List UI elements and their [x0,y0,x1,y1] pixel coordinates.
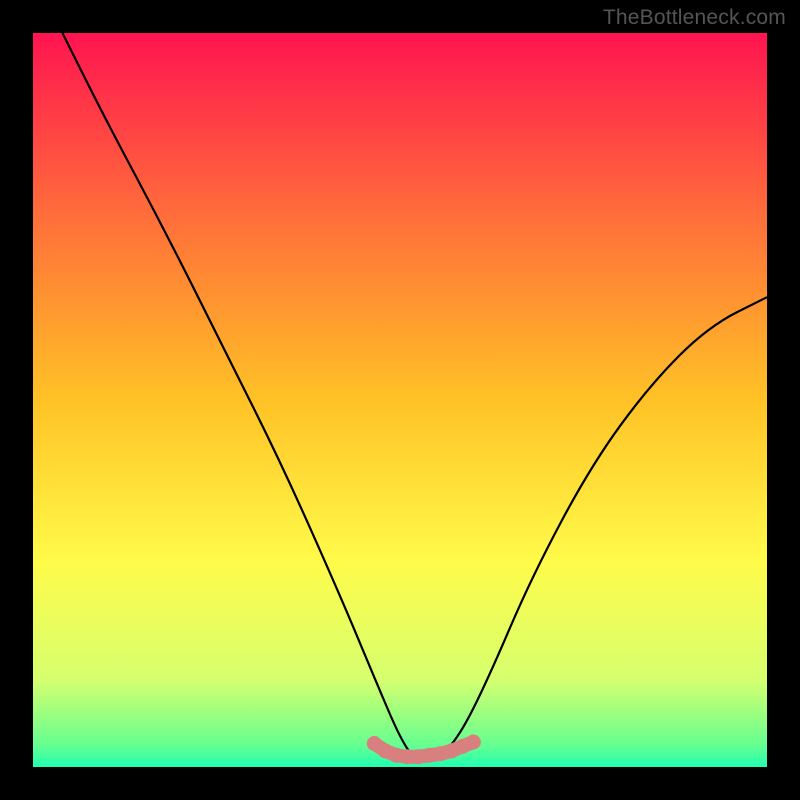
bottom-marker-point [466,735,481,750]
chart-svg [33,33,767,767]
chart-plot-area [33,33,767,767]
chart-background [33,33,767,767]
watermark-text: TheBottleneck.com [603,6,786,30]
